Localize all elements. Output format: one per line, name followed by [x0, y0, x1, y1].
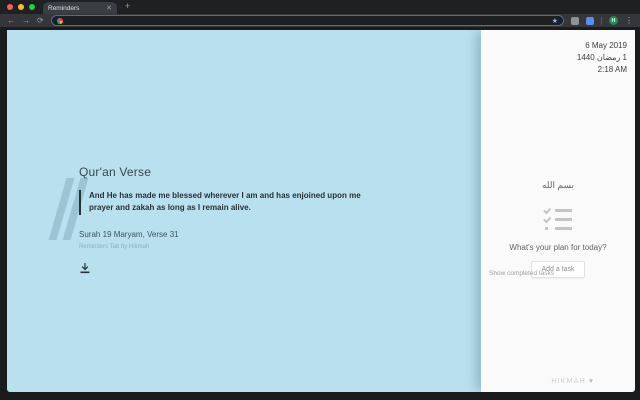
site-favicon-icon [56, 17, 63, 24]
hijri-date: 1 رمضان 1440 [576, 53, 627, 62]
verse-heading: Qur'an Verse [79, 165, 152, 179]
window-controls [0, 4, 43, 14]
brand-footer: HIKMAH ♥ [551, 378, 593, 385]
extension-icon[interactable] [571, 16, 579, 25]
gregorian-date: 6 May 2019 [585, 41, 627, 50]
download-button[interactable] [79, 263, 91, 275]
checklist-icon [543, 207, 572, 230]
browser-menu-icon[interactable]: ⋮ [625, 16, 633, 25]
tasks-empty-state: بسم الله What's your plan for today? Add… [481, 180, 635, 278]
verse-panel: Qur'an Verse And He has made me blessed … [7, 30, 481, 392]
brand-name: HIKMAH [551, 378, 586, 385]
new-tab-button[interactable]: + [125, 1, 130, 14]
credit-text: Reminders Tab by Hikmah [79, 243, 150, 250]
heart-icon: ♥ [588, 378, 593, 385]
browser-window: Reminders ✕ + ← → ⟳ ★ H ⋮ Qur'an Verse A… [0, 0, 640, 400]
minimize-window-button[interactable] [18, 4, 24, 10]
show-completed-link[interactable]: Show completed tasks [489, 270, 554, 277]
page: Qur'an Verse And He has made me blessed … [7, 30, 635, 392]
back-icon[interactable]: ← [7, 16, 15, 25]
download-icon [80, 263, 90, 274]
forward-icon[interactable]: → [22, 16, 30, 25]
verse-text: And He has made me blessed wherever I am… [79, 190, 379, 215]
tasks-sidebar: 6 May 2019 1 رمضان 1440 2:18 AM بسم الله [481, 30, 635, 392]
tab-strip: Reminders ✕ + [0, 0, 640, 14]
verse-reference: Surah 19 Maryam, Verse 31 [79, 229, 179, 239]
maximize-window-button[interactable] [29, 4, 35, 10]
toolbar-divider [601, 16, 602, 25]
page-background: Qur'an Verse And He has made me blessed … [0, 30, 640, 400]
clock-time: 2:18 AM [597, 65, 627, 74]
verse-block: Qur'an Verse And He has made me blessed … [79, 165, 409, 275]
browser-toolbar: ← → ⟳ ★ H ⋮ [0, 14, 640, 30]
datetime-block: 6 May 2019 1 رمضان 1440 2:18 AM [577, 40, 627, 76]
plan-prompt: What's your plan for today? [509, 243, 607, 252]
browser-tab[interactable]: Reminders ✕ [43, 2, 117, 14]
close-window-button[interactable] [7, 4, 13, 10]
bismillah-text: بسم الله [541, 180, 575, 190]
bookmark-star-icon[interactable]: ★ [552, 17, 558, 25]
tab-title: Reminders [48, 4, 80, 12]
reload-icon[interactable]: ⟳ [37, 16, 44, 25]
tab-close-icon[interactable]: ✕ [106, 5, 112, 12]
extension-icon[interactable] [586, 16, 594, 25]
url-input[interactable] [66, 17, 548, 24]
profile-avatar[interactable]: H [609, 16, 618, 25]
address-bar[interactable]: ★ [50, 15, 564, 26]
